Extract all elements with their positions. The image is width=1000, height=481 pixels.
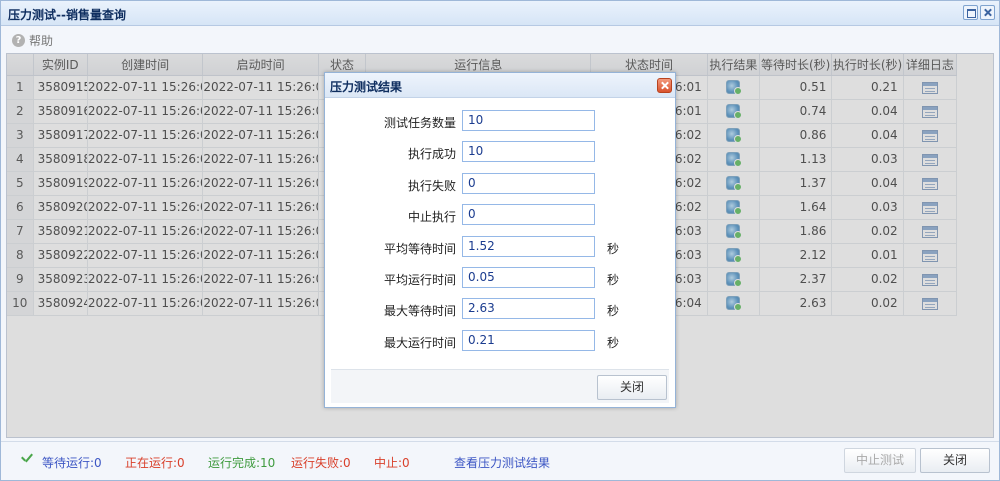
window-title: 压力测试--销售量查询: [8, 8, 126, 22]
status-bar: 等待运行:0 正在运行:0 运行完成:10 运行失败:0 中止:0 查看压力测试…: [1, 441, 999, 480]
dialog-field-row: 平均运行时间 0.05 秒: [331, 267, 669, 289]
dialog-close-icon[interactable]: [657, 78, 672, 93]
status-completed: 运行完成:10: [208, 456, 276, 470]
view-results-link[interactable]: 查看压力测试结果: [454, 454, 550, 471]
restore-icon[interactable]: [963, 5, 978, 20]
check-icon: [20, 453, 34, 465]
status-waiting: 等待运行:0: [42, 456, 102, 470]
field-unit: 秒: [607, 304, 620, 319]
help-label: 帮助: [29, 34, 54, 48]
field-label: 执行成功: [407, 147, 456, 162]
field-value-input[interactable]: 10: [462, 141, 595, 163]
field-value-input[interactable]: 0: [462, 172, 595, 194]
dialog-field-row: 最大运行时间 0.21 秒: [331, 329, 669, 352]
dialog-close-button[interactable]: 关闭: [597, 375, 667, 400]
dialog-field-row: 中止执行 0: [331, 204, 669, 226]
field-label: 平均等待时间: [383, 241, 456, 256]
status-aborted: 中止:0: [374, 456, 410, 470]
field-unit: 秒: [607, 335, 620, 350]
stop-test-button[interactable]: 中止测试: [844, 448, 916, 473]
dialog-field-row: 最大等待时间 2.63 秒: [331, 298, 669, 320]
field-value-input[interactable]: 1.52: [462, 235, 595, 257]
field-value-input[interactable]: 0.21: [462, 329, 595, 351]
status-failed: 运行失败:0: [291, 456, 351, 470]
help-button[interactable]: ? 帮助: [12, 32, 53, 49]
window-close-icon[interactable]: [980, 5, 995, 20]
dialog-field-row: 执行失败 0: [331, 172, 669, 195]
dialog-field-row: 测试任务数量 10: [331, 110, 669, 132]
results-dialog: 压力测试结果 测试任务数量 10 执行成功 10 执行失败 0 中止执行 0 平均等待时间 1.5…: [324, 72, 676, 408]
close-button[interactable]: 关闭: [920, 448, 990, 473]
status-running: 正在运行:0: [125, 456, 185, 470]
field-label: 执行失败: [407, 178, 456, 193]
dialog-field-row: 执行成功 10: [331, 141, 669, 163]
field-value-input[interactable]: 2.63: [462, 298, 595, 320]
main-window: 压力测试--销售量查询 ? 帮助 实例ID 创建时间 启动时间 状态 运行信息: [0, 0, 1000, 481]
field-value-input[interactable]: 0: [462, 204, 595, 226]
field-label: 最大等待时间: [383, 304, 456, 319]
field-label: 平均运行时间: [383, 273, 456, 287]
field-unit: 秒: [607, 273, 620, 287]
dialog-field-row: 平均等待时间 1.52 秒: [331, 235, 669, 258]
field-value-input[interactable]: 10: [462, 110, 595, 131]
dialog-titlebar: 压力测试结果: [325, 73, 675, 98]
dialog-title: 压力测试结果: [330, 80, 403, 94]
dialog-footer: 关闭: [331, 369, 669, 403]
dialog-form: 测试任务数量 10 执行成功 10 执行失败 0 中止执行 0 平均等待时间 1.52 秒平均运行时…: [331, 101, 669, 367]
toolbar: ? 帮助: [1, 27, 999, 53]
window-titlebar: 压力测试--销售量查询: [1, 1, 999, 26]
field-unit: 秒: [607, 241, 620, 256]
field-value-input[interactable]: 0.05: [462, 267, 595, 288]
field-label: 中止执行: [407, 210, 456, 225]
help-icon: ?: [12, 34, 25, 47]
field-label: 最大运行时间: [383, 335, 456, 350]
field-label: 测试任务数量: [383, 116, 456, 130]
